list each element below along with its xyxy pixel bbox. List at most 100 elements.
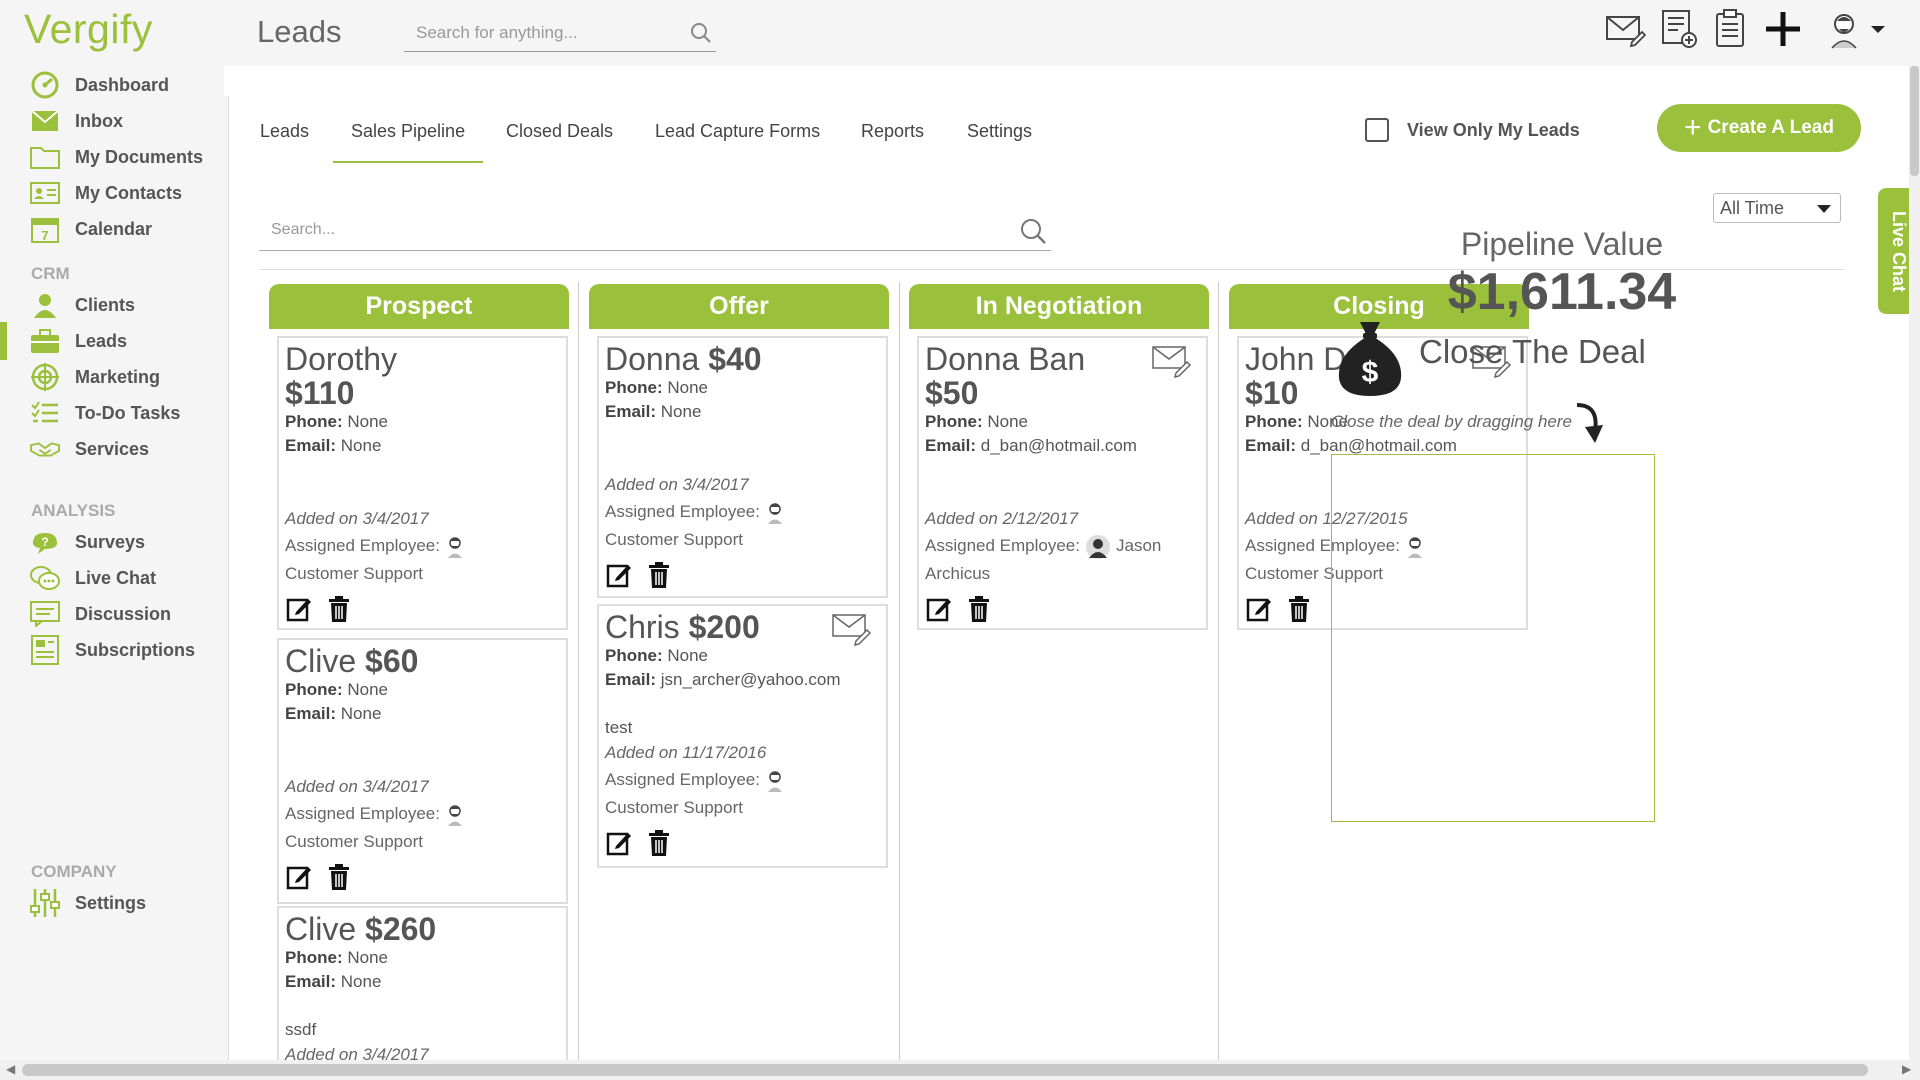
sidebar-item-discussion[interactable]: Discussion bbox=[0, 595, 228, 633]
employee-avatar-icon bbox=[446, 536, 464, 558]
sidebar-item-settings[interactable]: Settings bbox=[0, 884, 228, 922]
stage-prospect: Prospect bbox=[269, 284, 569, 329]
edit-icon[interactable] bbox=[605, 560, 633, 590]
sidebar-item-marketing[interactable]: Marketing bbox=[0, 358, 228, 396]
pipeline-value: $1,611.34 bbox=[1447, 263, 1677, 321]
sidebar-item-leads[interactable]: Leads bbox=[0, 322, 228, 360]
email-label: Email: bbox=[925, 436, 977, 455]
scroll-right-arrow-icon[interactable]: ▶ bbox=[1902, 1062, 1911, 1076]
scrollbar-thumb[interactable] bbox=[1910, 66, 1919, 176]
pipeline-value-title: Pipeline Value bbox=[1460, 226, 1664, 262]
tab-sales-pipeline[interactable]: Sales Pipeline bbox=[332, 121, 484, 163]
trash-icon[interactable] bbox=[645, 560, 673, 590]
trash-icon[interactable] bbox=[645, 828, 673, 858]
sidebar-item-label: Settings bbox=[75, 892, 147, 913]
survey-icon: ? bbox=[30, 527, 60, 557]
sidebar-item-services[interactable]: Services bbox=[0, 430, 228, 468]
sidebar-item-label: Leads bbox=[75, 330, 128, 351]
lead-note: test bbox=[605, 718, 633, 737]
board-search-input[interactable] bbox=[259, 211, 979, 249]
lead-amount: $110 bbox=[285, 375, 355, 411]
sidebar-item-dashboard[interactable]: Dashboard bbox=[0, 66, 228, 104]
time-filter-value: All Time bbox=[1720, 197, 1785, 218]
scrollbar-thumb[interactable] bbox=[22, 1064, 1868, 1076]
trash-icon[interactable] bbox=[325, 862, 353, 892]
vertical-scrollbar[interactable] bbox=[1909, 66, 1920, 1060]
time-filter-select[interactable]: All Time bbox=[1713, 193, 1841, 223]
trash-icon[interactable] bbox=[325, 594, 353, 624]
app-logo[interactable]: Vergify bbox=[24, 6, 153, 53]
target-icon bbox=[30, 362, 60, 392]
sidebar-item-my-documents[interactable]: My Documents bbox=[0, 138, 228, 176]
lead-phone: None bbox=[347, 412, 388, 431]
edit-icon[interactable] bbox=[925, 594, 953, 624]
sidebar-item-live-chat[interactable]: Live Chat bbox=[0, 559, 228, 597]
svg-text:7: 7 bbox=[41, 228, 48, 243]
checkbox[interactable] bbox=[1365, 118, 1389, 142]
plus-icon[interactable] bbox=[1762, 8, 1804, 50]
new-document-icon[interactable] bbox=[1660, 8, 1698, 50]
edit-icon[interactable] bbox=[605, 828, 633, 858]
contacts-icon bbox=[30, 178, 60, 208]
sidebar-item-clients[interactable]: Clients bbox=[0, 286, 228, 324]
drag-hint: Close the deal by dragging here bbox=[1331, 412, 1572, 431]
lead-email: d_ban@hotmail.com bbox=[980, 436, 1137, 455]
lead-name: Clive bbox=[285, 911, 357, 947]
edit-icon[interactable] bbox=[285, 862, 313, 892]
lead-card[interactable]: Chris $200 Phone: None Email: jsn_archer… bbox=[597, 604, 888, 868]
sidebar-item-subscriptions[interactable]: Subscriptions bbox=[0, 631, 228, 669]
employee-avatar-icon bbox=[766, 502, 784, 524]
clipboard-icon[interactable] bbox=[1713, 8, 1747, 50]
edit-icon[interactable] bbox=[1245, 594, 1273, 624]
assigned-label: Assigned Employee: bbox=[605, 770, 760, 789]
tab-reports[interactable]: Reports bbox=[861, 121, 924, 142]
view-only-label: View Only My Leads bbox=[1407, 119, 1580, 140]
trash-icon[interactable] bbox=[1285, 594, 1313, 624]
employee-name: Archicus bbox=[925, 564, 991, 583]
create-lead-button[interactable]: + Create A Lead bbox=[1657, 104, 1861, 152]
send-email-icon[interactable] bbox=[832, 612, 872, 646]
sidebar-item-my-contacts[interactable]: My Contacts bbox=[0, 174, 228, 212]
lead-card[interactable]: Dorothy $110 Phone: None Email: None Add… bbox=[277, 336, 568, 630]
sidebar-item-inbox[interactable]: Inbox bbox=[0, 102, 228, 140]
lead-card[interactable]: Donna Ban $50 Phone: None Email: d_ban@h… bbox=[917, 336, 1208, 630]
lead-card[interactable]: Clive $60 Phone: None Email: None Added … bbox=[277, 638, 568, 904]
search-icon[interactable] bbox=[690, 22, 712, 44]
phone-label: Phone: bbox=[925, 412, 983, 431]
sidebar-item-label: Inbox bbox=[75, 110, 123, 131]
phone-label: Phone: bbox=[285, 680, 343, 699]
lead-card[interactable]: Donna $40 Phone: None Email: None Added … bbox=[597, 336, 888, 598]
lead-phone: None bbox=[347, 680, 388, 699]
search-icon[interactable] bbox=[1019, 217, 1047, 245]
send-email-icon[interactable] bbox=[1152, 344, 1192, 378]
tab-lead-capture-forms[interactable]: Lead Capture Forms bbox=[655, 121, 820, 142]
tab-leads[interactable]: Leads bbox=[260, 121, 309, 142]
trash-icon[interactable] bbox=[965, 594, 993, 624]
close-deal-dropzone[interactable] bbox=[1331, 454, 1655, 822]
svg-text:$: $ bbox=[1362, 356, 1379, 389]
checklist-icon bbox=[30, 398, 60, 428]
scroll-left-arrow-icon[interactable]: ◀ bbox=[6, 1062, 15, 1076]
sidebar-item-to-do-tasks[interactable]: To-Do Tasks bbox=[0, 394, 228, 432]
email-label: Email: bbox=[285, 704, 337, 723]
sidebar-item-calendar[interactable]: 7 Calendar bbox=[0, 210, 228, 248]
employee-avatar-icon bbox=[766, 770, 784, 792]
compose-mail-icon[interactable] bbox=[1604, 8, 1646, 50]
user-avatar-icon[interactable] bbox=[1828, 8, 1888, 50]
caret-down-icon bbox=[1817, 205, 1831, 213]
briefcase-icon bbox=[30, 326, 60, 356]
lead-note: ssdf bbox=[285, 1020, 317, 1039]
sidebar-item-label: Calendar bbox=[75, 218, 153, 239]
global-search-input[interactable] bbox=[404, 16, 674, 50]
lead-email: None bbox=[340, 972, 382, 991]
phone-label: Phone: bbox=[285, 412, 343, 431]
edit-icon[interactable] bbox=[285, 594, 313, 624]
lead-card[interactable]: Clive $260 Phone: None Email: None ssdf … bbox=[277, 906, 568, 1060]
tab-settings[interactable]: Settings bbox=[967, 121, 1032, 142]
view-only-my-leads-toggle[interactable]: View Only My Leads bbox=[1365, 118, 1580, 142]
sidebar-item-surveys[interactable]: ? Surveys bbox=[0, 523, 228, 561]
tab-closed-deals[interactable]: Closed Deals bbox=[506, 121, 613, 142]
assigned-label: Assigned Employee: bbox=[605, 502, 760, 521]
lead-phone: None bbox=[667, 646, 708, 665]
horizontal-scrollbar[interactable]: ◀ ▶ bbox=[0, 1060, 1920, 1080]
